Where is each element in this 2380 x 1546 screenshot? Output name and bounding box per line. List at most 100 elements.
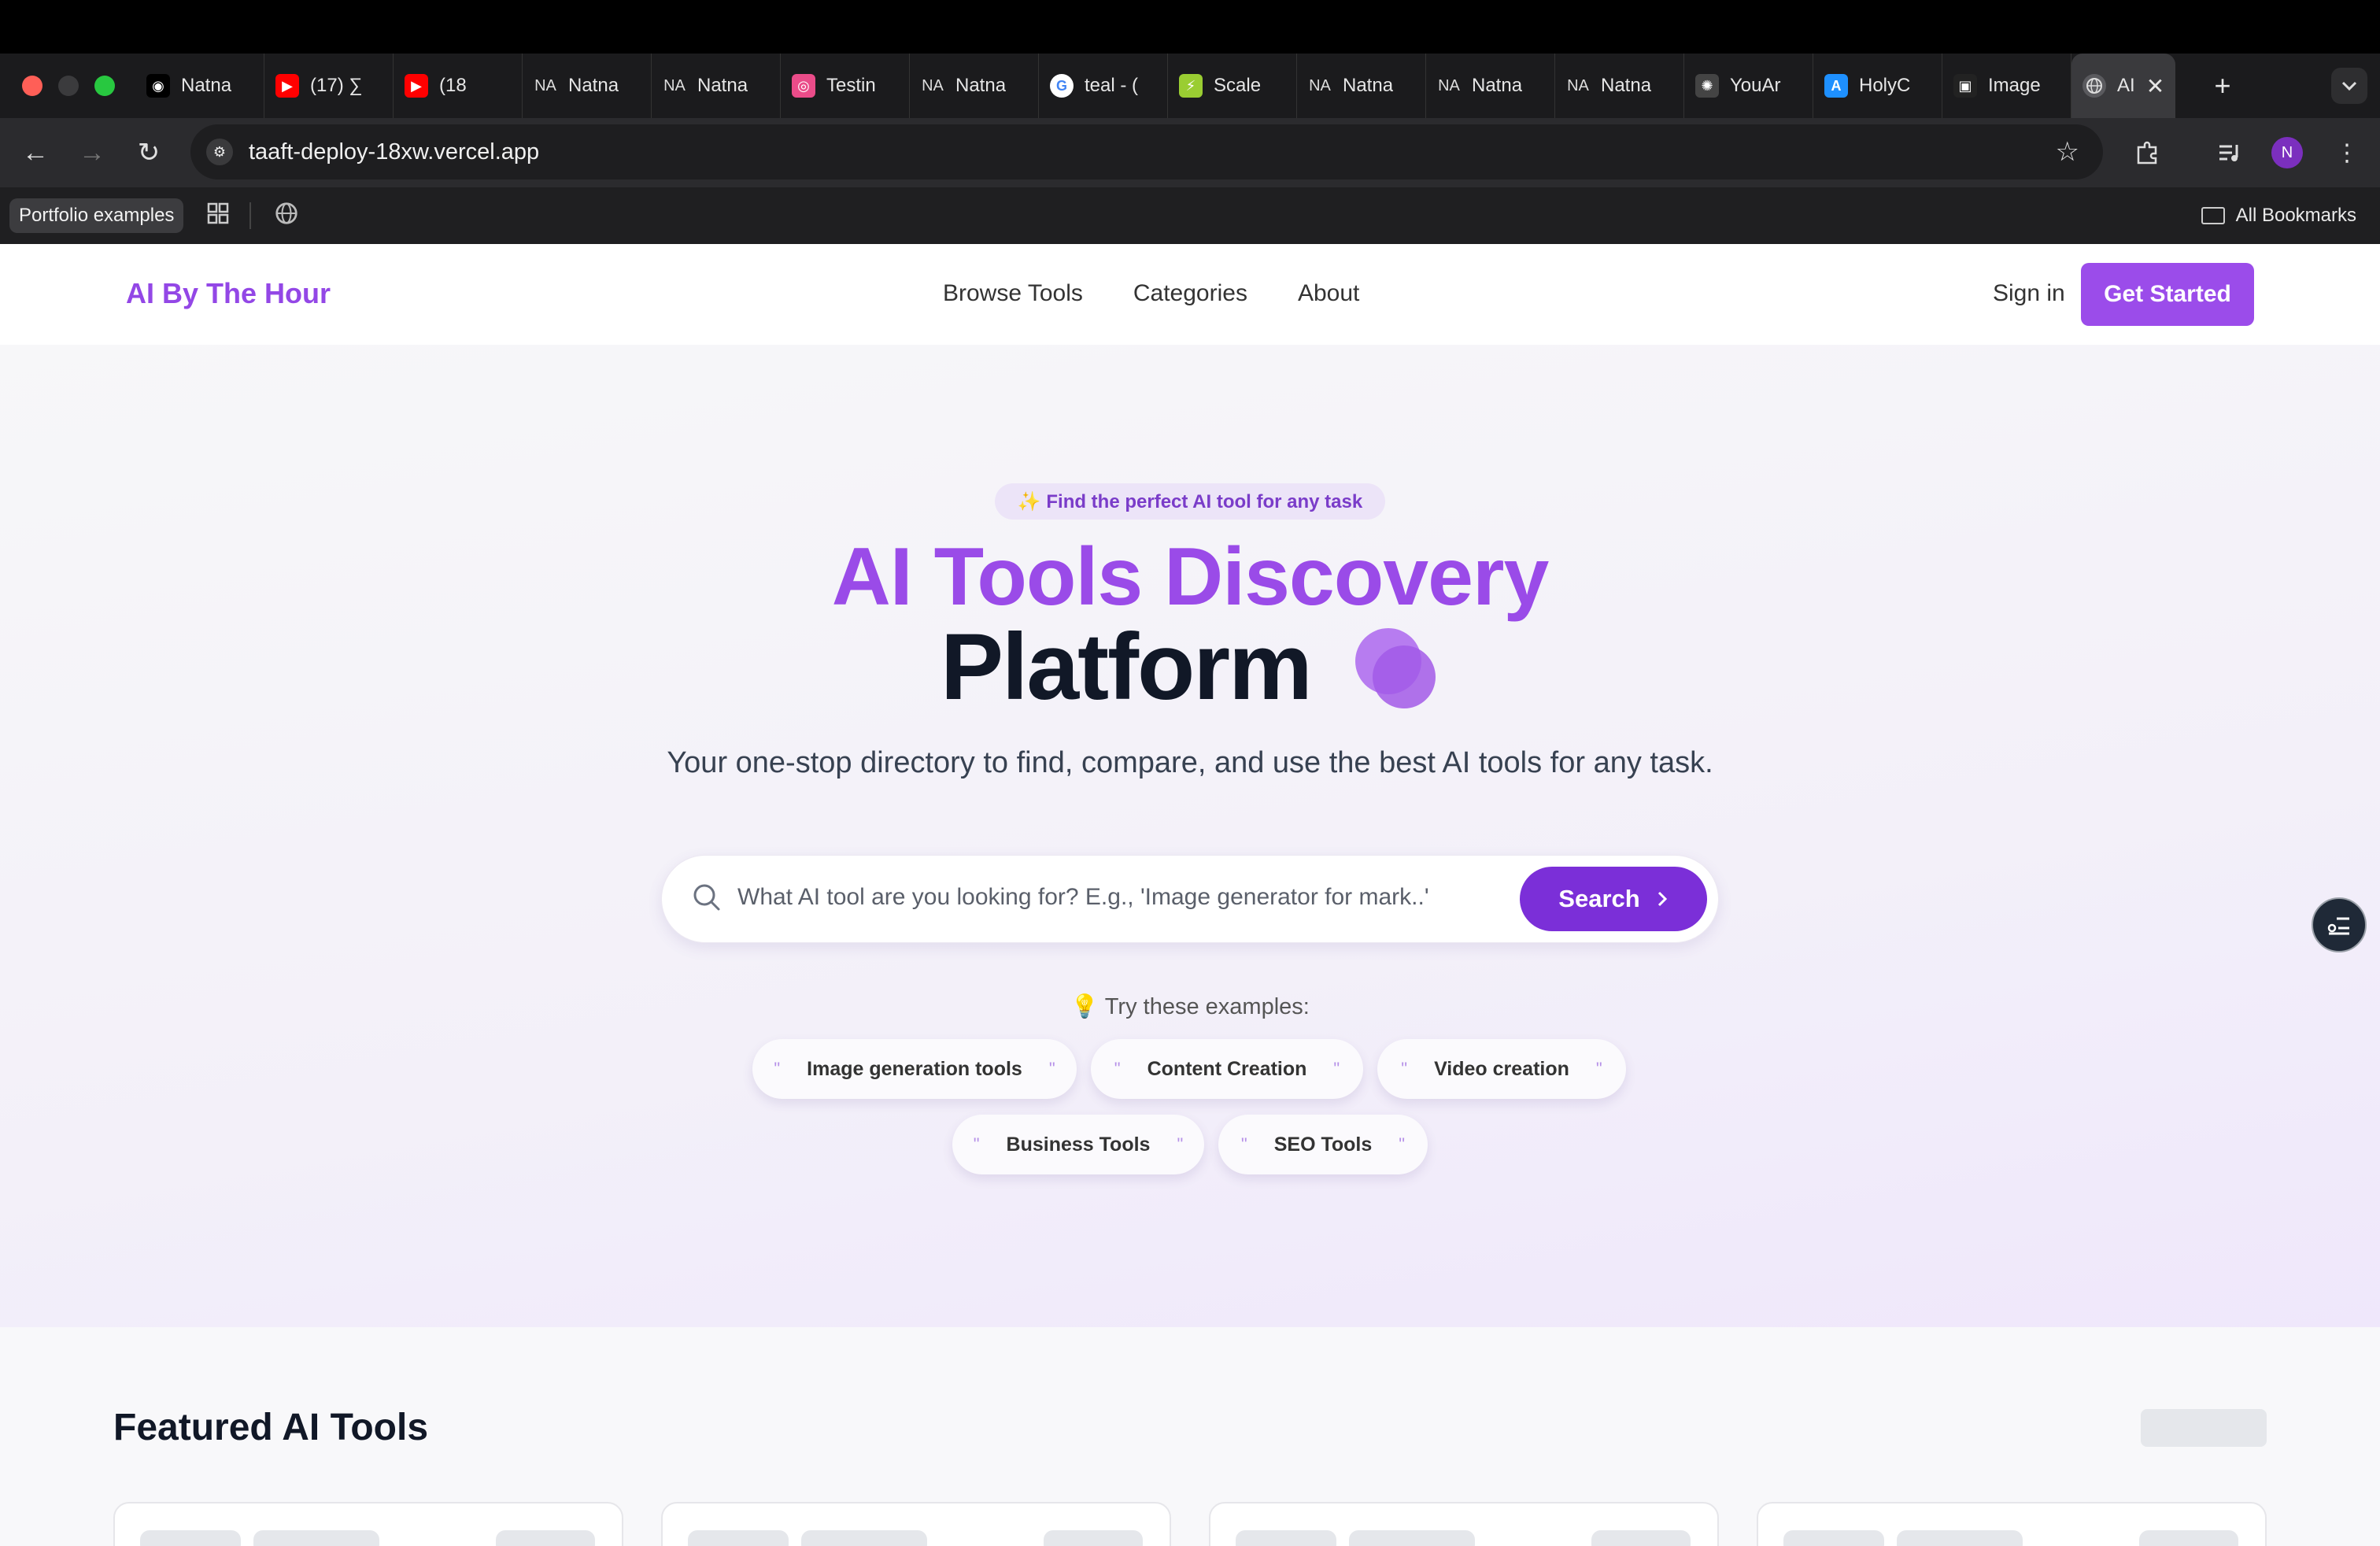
tool-card-skeleton[interactable] — [1209, 1502, 1719, 1546]
search-button[interactable]: Search — [1520, 867, 1707, 931]
address-bar[interactable]: ⚙ taaft-deploy-18xw.vercel.app ☆ — [190, 124, 2103, 179]
tool-card-skeleton[interactable] — [113, 1502, 623, 1546]
tab-strip: ◉ Natna ▶ (17) ∑ ▶ (18 NA Natna NA Natna ◎ Testin NA… — [0, 54, 2380, 118]
skeleton-bar — [1591, 1530, 1691, 1546]
tab-1[interactable]: ▶ (17) ∑ — [264, 54, 394, 118]
main-nav: Browse Tools Categories About — [943, 280, 1359, 307]
example-chip-business-tools[interactable]: " Business Tools " — [952, 1115, 1204, 1174]
example-chip-label: Image generation tools — [807, 1057, 1022, 1080]
tab-title: (17) ∑ — [310, 75, 363, 96]
profile-avatar[interactable]: N — [2268, 134, 2306, 172]
globe-bookmark-icon[interactable] — [275, 202, 298, 231]
back-icon[interactable]: ← — [17, 135, 54, 171]
tab-12[interactable]: ✺ YouAr — [1684, 54, 1813, 118]
close-tab-icon[interactable]: ✕ — [2146, 73, 2164, 99]
search-icon — [693, 884, 720, 911]
tab-7[interactable]: Gteal - ( — [1039, 54, 1168, 118]
bolt-icon: ⚡ — [1179, 74, 1203, 98]
skeleton-bar — [1783, 1530, 1884, 1546]
tab-4[interactable]: NA Natna — [652, 54, 781, 118]
tab-2[interactable]: ▶ (18 — [394, 54, 523, 118]
floating-menu-button[interactable] — [2312, 897, 2367, 952]
nav-link-categories[interactable]: Categories — [1133, 280, 1247, 307]
tool-card-skeleton[interactable] — [1757, 1502, 2267, 1546]
examples-label: 💡 Try these examples: — [1070, 994, 1310, 1019]
get-started-button[interactable]: Get Started — [2081, 263, 2254, 326]
skeleton-bar — [496, 1530, 595, 1546]
tab-title: Scale — [1214, 75, 1262, 96]
sign-in-link[interactable]: Sign in — [1993, 280, 2065, 307]
appstore-icon: A — [1824, 74, 1848, 98]
tab-title: Natna — [1472, 75, 1523, 96]
browser-menu-icon[interactable]: ⋮ — [2328, 134, 2366, 172]
featured-section-title: Featured AI Tools — [113, 1407, 429, 1448]
tab-title: Testin — [826, 75, 876, 96]
media-controls-icon[interactable] — [2212, 134, 2249, 172]
example-chip-image-generation[interactable]: " Image generation tools " — [752, 1039, 1077, 1099]
example-chip-video-creation[interactable]: " Video creation " — [1377, 1039, 1626, 1099]
tab-13[interactable]: A HolyC — [1813, 54, 1942, 118]
tab-title: Natna — [1343, 75, 1394, 96]
example-chip-label: Video creation — [1434, 1057, 1569, 1080]
tab-11[interactable]: NA Natna — [1555, 54, 1684, 118]
tab-search-button[interactable] — [2331, 68, 2367, 104]
search-bar: What AI tool are you looking for? E.g., … — [661, 855, 1719, 943]
maximize-window-button[interactable] — [94, 76, 115, 96]
skeleton-bar — [1897, 1530, 2023, 1546]
quote-icon: " — [973, 1134, 980, 1154]
bookmark-folder-portfolio[interactable]: Portfolio examples — [9, 198, 184, 233]
google-icon: G — [1050, 74, 1074, 98]
all-bookmarks[interactable]: All Bookmarks — [2201, 205, 2356, 227]
reload-icon[interactable]: ↻ — [131, 135, 167, 171]
url-text[interactable]: taaft-deploy-18xw.vercel.app — [249, 139, 539, 165]
tab-8[interactable]: ⚡ Scale — [1168, 54, 1297, 118]
bookmark-divider — [249, 202, 252, 229]
all-bookmarks-label: All Bookmarks — [2235, 205, 2356, 226]
tab-3[interactable]: NA Natna — [523, 54, 652, 118]
hero-subtitle: Your one-stop directory to find, compare… — [667, 746, 1713, 779]
nav-link-browse-tools[interactable]: Browse Tools — [943, 280, 1083, 307]
nav-link-about[interactable]: About — [1298, 280, 1359, 307]
window-controls — [22, 76, 115, 96]
quote-icon: " — [1177, 1134, 1184, 1154]
tab-9[interactable]: NA Natna — [1297, 54, 1426, 118]
tool-card-skeleton[interactable] — [661, 1502, 1171, 1546]
tab-title: Natna — [1601, 75, 1652, 96]
site-header: AI By The Hour Browse Tools Categories A… — [0, 244, 2380, 345]
tab-5[interactable]: ◎ Testin — [781, 54, 910, 118]
new-tab-button[interactable]: + — [2207, 69, 2238, 102]
example-chip-seo-tools[interactable]: " SEO Tools " — [1218, 1115, 1428, 1174]
site-info-icon[interactable]: ⚙ — [206, 139, 233, 165]
example-chip-content-creation[interactable]: " Content Creation " — [1091, 1039, 1363, 1099]
na-icon: NA — [922, 76, 944, 94]
quote-icon: " — [1114, 1059, 1121, 1078]
tab-6[interactable]: NA Natna — [910, 54, 1039, 118]
close-window-button[interactable] — [22, 76, 42, 96]
apps-grid-icon[interactable] — [207, 202, 229, 230]
openai-icon: ✺ — [1695, 74, 1719, 98]
forward-icon[interactable]: → — [74, 135, 110, 171]
bookmark-star-icon[interactable]: ☆ — [2056, 136, 2079, 168]
minimize-window-button[interactable] — [58, 76, 79, 96]
example-chip-label: Content Creation — [1147, 1057, 1307, 1080]
quote-icon: " — [1401, 1059, 1408, 1078]
example-chip-label: SEO Tools — [1273, 1133, 1373, 1156]
tab-10[interactable]: NA Natna — [1426, 54, 1555, 118]
folder-icon — [2201, 207, 2225, 224]
tab-0[interactable]: ◉ Natna — [135, 54, 264, 118]
tab-active[interactable]: AI ✕ — [2071, 54, 2175, 118]
tab-list: ◉ Natna ▶ (17) ∑ ▶ (18 NA Natna NA Natna ◎ Testin NA… — [135, 54, 2071, 118]
skeleton-bar — [140, 1530, 241, 1546]
example-chip-label: Business Tools — [1006, 1133, 1151, 1156]
tab-title: Natna — [697, 75, 748, 96]
tab-title: YouAr — [1730, 75, 1781, 96]
search-input[interactable]: What AI tool are you looking for? E.g., … — [737, 884, 1429, 911]
extensions-icon[interactable] — [2128, 134, 2166, 172]
chevron-right-icon — [1658, 891, 1667, 907]
skeleton-bar — [688, 1530, 789, 1546]
tab-title: teal - ( — [1085, 75, 1139, 96]
view-all-placeholder — [2141, 1409, 2267, 1447]
tab-14[interactable]: ▣ Image — [1942, 54, 2071, 118]
site-logo[interactable]: AI By The Hour — [126, 277, 331, 310]
avatar: N — [2271, 137, 2303, 168]
